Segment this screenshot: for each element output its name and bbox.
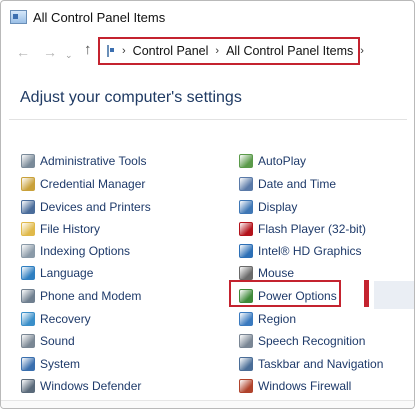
side-panel [374,281,414,309]
devices-printers-icon [21,200,35,214]
panel-item-speech-recognition[interactable]: Speech Recognition [239,332,365,350]
panel-item-devices-printers[interactable]: Devices and Printers [21,198,151,216]
title-bar: All Control Panel Items [1,1,414,33]
panel-item-label: Phone and Modem [40,289,142,303]
page-title: Adjust your computer's settings [20,89,242,106]
panel-item-label: Sound [40,334,75,348]
panel-item-display[interactable]: Display [239,198,297,216]
control-panel-location-icon [107,45,114,57]
panel-item-label: Indexing Options [40,244,131,258]
panel-item-phone-modem[interactable]: Phone and Modem [21,287,141,305]
chevron-right-icon[interactable]: › [215,45,219,57]
panel-item-label: Windows Defender [40,379,142,393]
flash-player-icon [239,222,253,236]
breadcrumb-all-items[interactable]: All Control Panel Items [226,44,353,58]
panel-item-label: System [40,357,81,371]
panel-item-label: Intel® HD Graphics [258,244,362,258]
panel-item-autoplay[interactable]: AutoPlay [239,152,306,170]
panel-item-label: AutoPlay [258,154,307,168]
panel-item-language[interactable]: Language [21,264,93,282]
up-arrow-icon[interactable]: ↑ [84,42,92,57]
recovery-icon [21,312,35,326]
panel-item-file-history[interactable]: File History [21,220,100,238]
panel-item-label: Mouse [258,266,295,280]
panel-item-intel-graphics[interactable]: Intel® HD Graphics [239,242,362,260]
windows-firewall-icon [239,379,253,393]
chevron-right-icon[interactable]: › [122,45,126,57]
panel-item-taskbar-navigation[interactable]: Taskbar and Navigation [239,355,383,373]
panel-item-sound[interactable]: Sound [21,332,75,350]
panel-item-label: Taskbar and Navigation [258,357,384,371]
highlight-marker [364,280,369,307]
panel-item-recovery[interactable]: Recovery [21,310,91,328]
panel-item-label: Administrative Tools [40,154,147,168]
taskbar-navigation-icon [239,357,253,371]
control-panel-window: All Control Panel Items ← → ⌄ ↑ › Contro… [0,0,415,409]
window-title: All Control Panel Items [33,9,166,25]
language-icon [21,266,35,280]
date-time-icon [239,177,253,191]
panel-item-windows-firewall[interactable]: Windows Firewall [239,377,351,395]
highlight-box [229,280,341,307]
panel-item-windows-defender[interactable]: Windows Defender [21,377,141,395]
panel-item-credential-manager[interactable]: Credential Manager [21,175,145,193]
recent-locations-chevron-icon[interactable]: ⌄ [65,48,73,62]
panel-item-label: Flash Player (32-bit) [258,222,367,236]
panel-item-region[interactable]: Region [239,310,296,328]
speech-recognition-icon [239,334,253,348]
phone-modem-icon [21,289,35,303]
panel-item-system[interactable]: System [21,355,80,373]
sound-icon [21,334,35,348]
autoplay-icon [239,154,253,168]
breadcrumb-control-panel[interactable]: Control Panel [133,44,209,58]
status-strip [1,400,414,408]
panel-item-label: Display [258,200,298,214]
panel-item-label: Region [258,312,297,326]
indexing-options-icon [21,244,35,258]
mouse-icon [239,266,253,280]
panel-item-indexing-options[interactable]: Indexing Options [21,242,130,260]
panel-item-label: Devices and Printers [40,200,151,214]
panel-item-admin-tools[interactable]: Administrative Tools [21,152,147,170]
panel-item-label: Language [40,266,94,280]
back-arrow-icon[interactable]: ← [16,45,30,59]
panel-item-date-time[interactable]: Date and Time [239,175,336,193]
chevron-right-icon[interactable]: › [360,45,364,57]
panel-item-label: Date and Time [258,177,337,191]
file-history-icon [21,222,35,236]
credential-manager-icon [21,177,35,191]
panel-item-label: Windows Firewall [258,379,352,393]
windows-defender-icon [21,379,35,393]
region-icon [239,312,253,326]
control-panel-icon [10,10,27,24]
display-icon [239,200,253,214]
address-bar[interactable]: › Control Panel › All Control Panel Item… [98,37,364,65]
panel-item-label: File History [40,222,101,236]
forward-arrow-icon[interactable]: → [43,45,57,59]
divider [9,119,407,120]
system-icon [21,357,35,371]
panel-item-flash-player[interactable]: Flash Player (32-bit) [239,220,366,238]
admin-tools-icon [21,154,35,168]
panel-item-label: Credential Manager [40,177,146,191]
panel-item-label: Recovery [40,312,91,326]
panel-item-label: Speech Recognition [258,334,366,348]
intel-graphics-icon [239,244,253,258]
